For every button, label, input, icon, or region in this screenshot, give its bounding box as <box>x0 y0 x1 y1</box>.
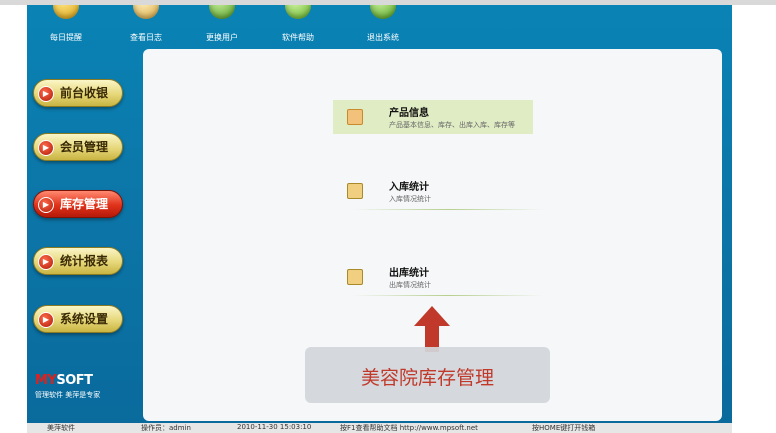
log-icon <box>133 5 159 19</box>
play-icon: ▶ <box>38 86 54 102</box>
exit-icon <box>370 5 396 19</box>
entry-desc: 产品基本信息、库存、出库入库、库存等 <box>389 121 515 129</box>
sidebar-item-label: 会员管理 <box>60 140 109 154</box>
product-info-icon <box>347 109 363 125</box>
toolbar-switch-user-button[interactable]: 更换用户 <box>187 5 257 50</box>
sidebar-item-cashier[interactable]: ▶ 前台收银 <box>33 79 123 107</box>
sidebar-item-members[interactable]: ▶ 会员管理 <box>33 133 123 161</box>
entry-desc: 入库情况统计 <box>389 195 431 203</box>
caption-title: 美容院库存管理 <box>360 367 494 389</box>
toolbar-reminder-button[interactable]: 每日提醒 <box>31 5 101 50</box>
status-operator: 操作员：admin <box>141 424 191 432</box>
entry-desc: 出库情况统计 <box>389 281 431 289</box>
stock-in-icon <box>347 183 363 199</box>
sidebar-item-settings[interactable]: ▶ 系统设置 <box>33 305 123 333</box>
status-hint: 按HOME键打开钱箱 <box>532 424 596 432</box>
sidebar-item-label: 统计报表 <box>60 254 109 268</box>
switch-user-icon <box>209 5 235 19</box>
brand-block: MYSOFT 管理软件 美萍是专家 <box>35 373 100 400</box>
divider <box>353 295 543 296</box>
status-bar: 美萍软件 操作员：admin 2010-11-30 15:03:10 按F1查看… <box>27 423 732 433</box>
play-icon: ▶ <box>38 197 54 213</box>
toolbar-help-button[interactable]: 软件帮助 <box>263 5 333 50</box>
entry-title: 出库统计 <box>389 268 429 279</box>
toolbar-label: 退出系统 <box>367 33 399 42</box>
status-help: 按F1查看帮助文档 http://www.mpsoft.net <box>340 424 478 432</box>
stock-out-icon <box>347 269 363 285</box>
entry-product-info[interactable]: 产品信息 产品基本信息、库存、出库入库、库存等 <box>333 100 533 134</box>
sidebar-item-reports[interactable]: ▶ 统计报表 <box>33 247 123 275</box>
toolbar-label: 软件帮助 <box>282 33 314 42</box>
sidebar-item-inventory[interactable]: ▶ 库存管理 <box>33 190 123 218</box>
caption-overlay: 美容院库存管理 <box>305 347 550 403</box>
brand-logo: MYSOFT <box>35 373 93 388</box>
divider <box>353 209 543 210</box>
toolbar: 每日提醒 查看日志 更换用户 软件帮助 退出系统 <box>27 5 732 50</box>
sidebar-item-label: 系统设置 <box>60 312 109 326</box>
status-company: 美萍软件 <box>47 424 75 432</box>
play-icon: ▶ <box>38 254 54 270</box>
toolbar-exit-button[interactable]: 退出系统 <box>348 5 418 50</box>
brand-slogan: 管理软件 美萍是专家 <box>35 391 101 399</box>
toolbar-label: 每日提醒 <box>50 33 82 42</box>
toolbar-log-button[interactable]: 查看日志 <box>111 5 181 50</box>
entry-stock-out[interactable]: 出库统计 出库情况统计 <box>333 260 533 294</box>
entry-stock-in[interactable]: 入库统计 入库情况统计 <box>333 174 533 208</box>
toolbar-label: 更换用户 <box>206 33 238 42</box>
sidebar-item-label: 前台收银 <box>60 86 109 100</box>
play-icon: ▶ <box>38 312 54 328</box>
status-datetime: 2010-11-30 15:03:10 <box>237 423 312 431</box>
reminder-icon <box>53 5 79 19</box>
sidebar-item-label: 库存管理 <box>60 197 109 211</box>
entry-title: 入库统计 <box>389 182 429 193</box>
toolbar-label: 查看日志 <box>130 33 162 42</box>
entry-title: 产品信息 <box>389 108 429 119</box>
help-icon <box>285 5 311 19</box>
play-icon: ▶ <box>38 140 54 156</box>
